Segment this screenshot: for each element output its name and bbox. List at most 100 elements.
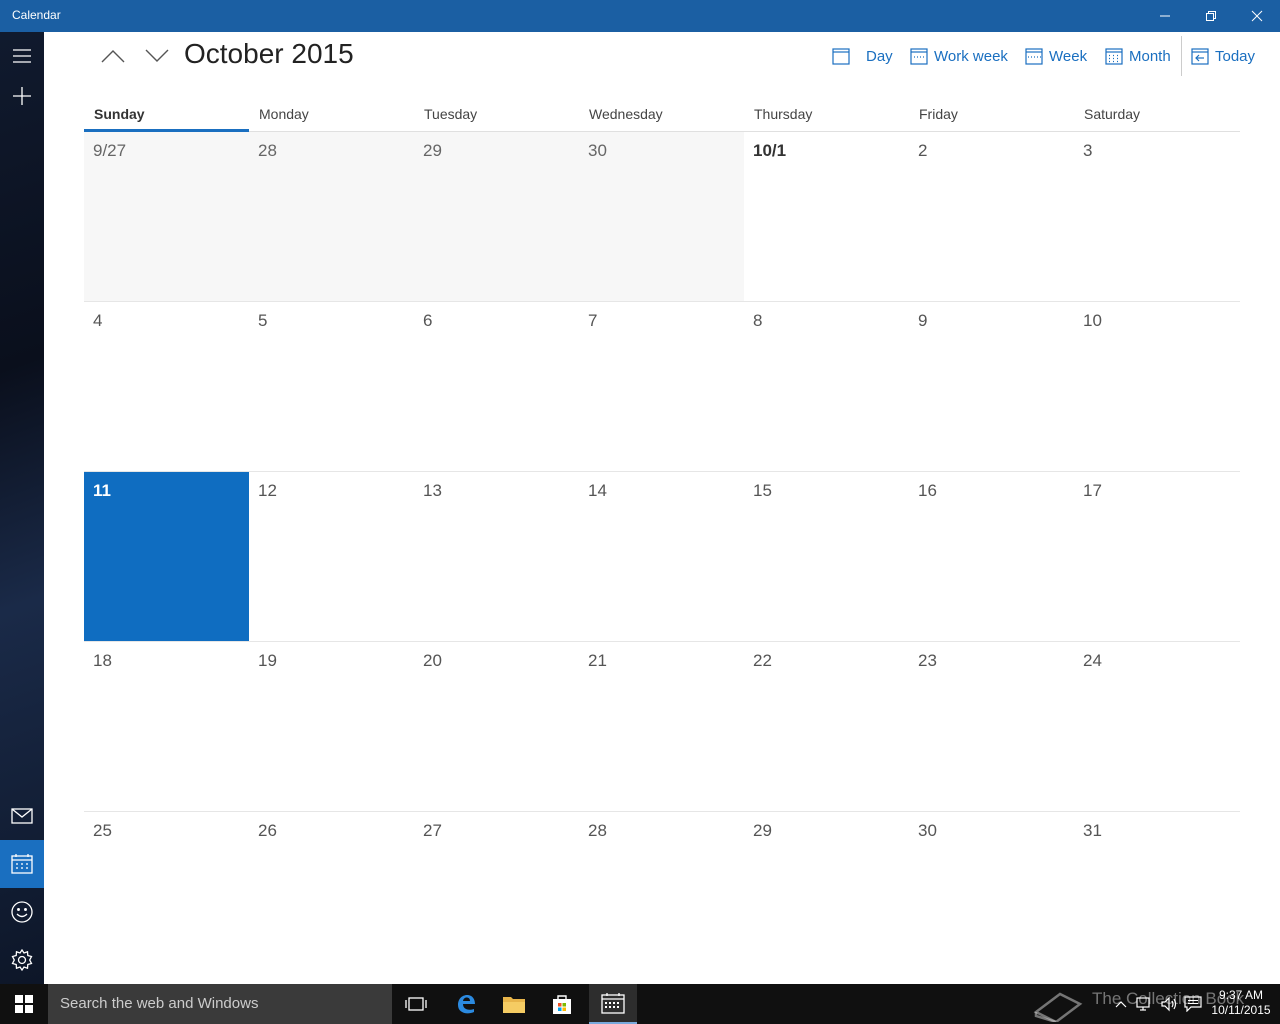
today-icon: [1191, 48, 1209, 65]
day-cell[interactable]: 22: [744, 642, 909, 811]
mail-button[interactable]: [0, 792, 44, 840]
taskbar-search-box[interactable]: Search the web and Windows: [48, 984, 392, 1024]
day-cell[interactable]: 5: [249, 302, 414, 471]
clock-date: 10/11/2015: [1211, 1003, 1271, 1017]
day-cell[interactable]: 23: [909, 642, 1074, 811]
week-row: 25 26 27 28 29 30 31: [84, 812, 1240, 982]
day-cell[interactable]: 9: [909, 302, 1074, 471]
store-button[interactable]: [538, 984, 586, 1024]
calendar-button[interactable]: [0, 840, 44, 888]
calendar-app-taskbar-button[interactable]: [589, 984, 637, 1024]
day-cell[interactable]: 21: [579, 642, 744, 811]
toolbar-separator: [1181, 36, 1182, 76]
day-cell[interactable]: 30: [909, 812, 1074, 982]
week-row: 18 19 20 21 22 23 24: [84, 642, 1240, 812]
edge-button[interactable]: [442, 984, 490, 1024]
calendar-taskbar-icon: [601, 993, 625, 1014]
day-cell[interactable]: 30: [579, 132, 744, 301]
day-cell[interactable]: 18: [84, 642, 249, 811]
weekday-header: Sunday: [84, 100, 249, 132]
weekday-header-row: Sunday Monday Tuesday Wednesday Thursday…: [84, 100, 1240, 132]
day-cell[interactable]: 7: [579, 302, 744, 471]
notification-icon: [1184, 996, 1202, 1012]
day-view-icon: [832, 48, 850, 65]
day-cell[interactable]: 19: [249, 642, 414, 811]
day-cell[interactable]: 14: [579, 472, 744, 641]
action-center-button[interactable]: [1182, 984, 1204, 1024]
weekday-header: Monday: [259, 106, 309, 122]
close-button[interactable]: [1234, 0, 1280, 32]
weekday-header: Thursday: [754, 106, 813, 122]
day-cell-today[interactable]: 11: [84, 472, 249, 641]
month-view-button[interactable]: Month: [1105, 44, 1171, 68]
day-cell[interactable]: 12: [249, 472, 414, 641]
hamburger-icon: [13, 49, 31, 63]
work-week-view-button[interactable]: Work week: [910, 44, 1008, 68]
day-cell[interactable]: 13: [414, 472, 579, 641]
store-icon: [553, 995, 571, 1014]
day-view-button[interactable]: Day: [832, 44, 893, 68]
day-cell[interactable]: 2: [909, 132, 1074, 301]
day-cell[interactable]: 15: [744, 472, 909, 641]
day-cell[interactable]: 10: [1074, 302, 1239, 471]
day-cell[interactable]: 8: [744, 302, 909, 471]
previous-month-button[interactable]: [95, 42, 131, 70]
week-view-button[interactable]: Week: [1025, 44, 1087, 68]
calendar-icon: [11, 854, 33, 874]
show-hidden-icons-button[interactable]: [1112, 984, 1130, 1024]
today-button[interactable]: Today: [1191, 44, 1255, 68]
settings-button[interactable]: [0, 936, 44, 984]
task-view-button[interactable]: [392, 984, 440, 1024]
file-explorer-button[interactable]: [490, 984, 538, 1024]
month-view-label: Month: [1129, 47, 1171, 65]
chevron-up-icon: [1115, 1001, 1127, 1008]
chevron-down-icon: [145, 49, 169, 62]
day-cell[interactable]: 4: [84, 302, 249, 471]
chevron-up-icon: [101, 50, 125, 63]
day-cell[interactable]: 31: [1074, 812, 1239, 982]
weekday-header: Tuesday: [424, 106, 478, 122]
start-button[interactable]: [0, 984, 48, 1024]
main-panel: October 2015 Day Work week Week Month To…: [44, 32, 1280, 984]
next-month-button[interactable]: [139, 42, 175, 70]
new-event-button[interactable]: [0, 72, 44, 120]
windows-logo-icon: [15, 995, 33, 1013]
left-rail: [0, 32, 44, 984]
day-view-label: Day: [866, 47, 893, 65]
smiley-icon: [11, 901, 33, 923]
gear-icon: [11, 949, 33, 971]
volume-button[interactable]: [1158, 984, 1180, 1024]
clock-time: 9:37 AM: [1218, 988, 1264, 1002]
week-view-label: Week: [1049, 47, 1088, 65]
people-button[interactable]: [0, 888, 44, 936]
network-icon: [1136, 997, 1150, 1011]
week-row: 9/27 28 29 30 10/1 2 3: [84, 132, 1240, 302]
day-cell[interactable]: 10/1: [744, 132, 909, 301]
restore-button[interactable]: [1188, 0, 1234, 32]
speaker-icon: [1161, 996, 1177, 1012]
day-cell[interactable]: 27: [414, 812, 579, 982]
work-week-view-label: Work week: [934, 47, 1008, 65]
day-cell[interactable]: 24: [1074, 642, 1239, 811]
minimize-button[interactable]: [1142, 0, 1188, 32]
day-cell[interactable]: 28: [249, 132, 414, 301]
day-cell[interactable]: 25: [84, 812, 249, 982]
month-title: October 2015: [184, 38, 354, 69]
day-cell[interactable]: 6: [414, 302, 579, 471]
day-cell[interactable]: 20: [414, 642, 579, 811]
day-cell[interactable]: 3: [1074, 132, 1239, 301]
day-cell[interactable]: 29: [414, 132, 579, 301]
weekday-header: Friday: [919, 106, 958, 122]
day-cell[interactable]: 9/27: [84, 132, 249, 301]
week-row: 4 5 6 7 8 9 10: [84, 302, 1240, 472]
taskbar-clock[interactable]: 9:37 AM 10/11/2015: [1208, 988, 1274, 1018]
day-cell[interactable]: 16: [909, 472, 1074, 641]
network-button[interactable]: [1134, 984, 1156, 1024]
day-cell[interactable]: 17: [1074, 472, 1239, 641]
watermark-logo: [1030, 984, 1086, 1024]
weekday-header: Wednesday: [589, 106, 663, 122]
day-cell[interactable]: 26: [249, 812, 414, 982]
work-week-view-icon: [910, 48, 928, 65]
day-cell[interactable]: 28: [579, 812, 744, 982]
day-cell[interactable]: 29: [744, 812, 909, 982]
